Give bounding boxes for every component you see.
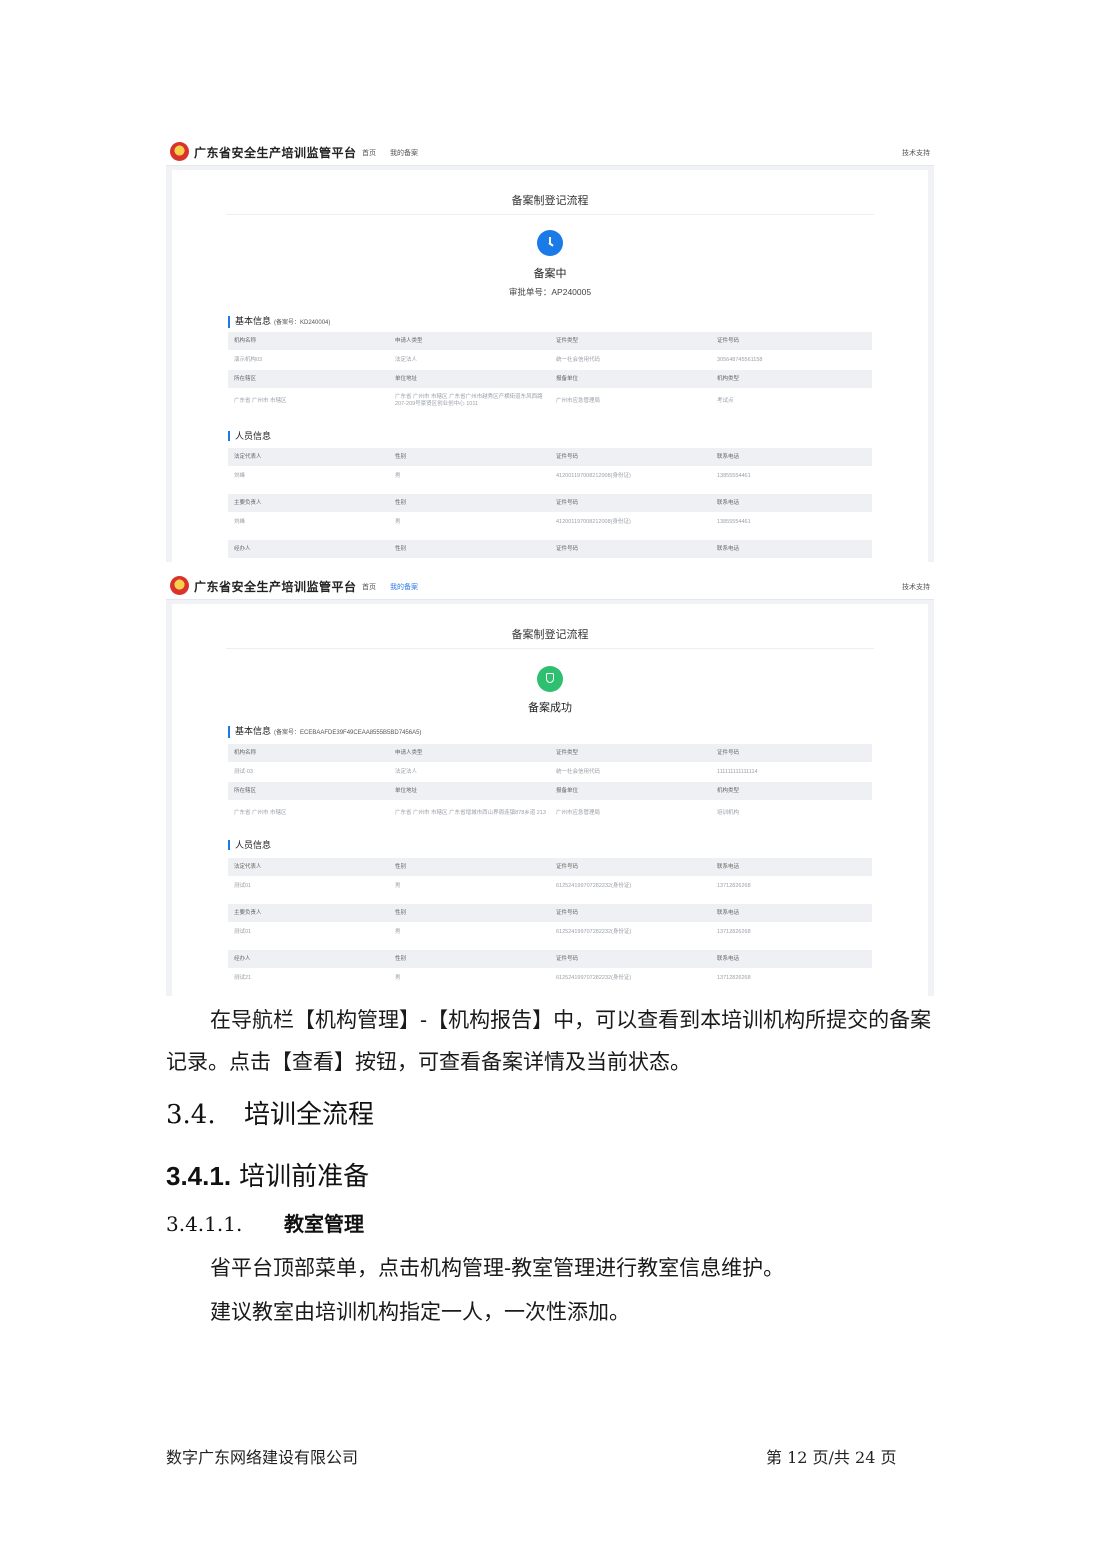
- basic-info-heading: 基本信息 (备案号：KD240004): [228, 316, 330, 328]
- top-nav: 首页 我的备案: [362, 582, 430, 592]
- clock-icon: [537, 230, 563, 256]
- top-bar: 广东省安全生产培训监管平台 首页 我的备案 技术支持: [166, 138, 934, 166]
- nav-home[interactable]: 首页: [362, 584, 376, 591]
- nav-my-filing[interactable]: 我的备案: [390, 150, 418, 157]
- flow-title: 备案制登记流程: [511, 629, 589, 641]
- table-row: 刘峰男 412001197008212008(身份证) 13855554461: [234, 518, 751, 525]
- person-info-table: 法定代表人 性别 证件号码 联系电话 刘峰男 412001197008212008(身份…: [228, 448, 872, 558]
- basic-info-table: 机构名称 申请人类型 证件类型 证件号码 演示机构03 法定法人 统一社会信用代码 3056…: [228, 332, 872, 414]
- table-row: 演示机构03 法定法人 统一社会信用代码 305648745561158: [234, 356, 763, 363]
- table-row: 测试21 男 612524199707282232(身份证) 13712826268: [234, 974, 751, 981]
- table-row: 经办人 性别 证件号码 联系电话: [228, 950, 872, 968]
- table-row: 法定代表人 性别 证件号码 联系电话: [228, 858, 872, 876]
- divider: [226, 214, 874, 215]
- subsubsection-heading: 3.4.1.1. 教室管理: [166, 1212, 364, 1236]
- table-row: 经办人 性别 证件号码 联系电话: [228, 540, 872, 558]
- table-row: 主要负责人 性别 证件号码 联系电话: [228, 494, 872, 512]
- screenshot-filing-pending: 广东省安全生产培训监管平台 首页 我的备案 技术支持 备案制登记流程 备案中 审…: [166, 138, 934, 562]
- footer-page-number: 第 12 页/共 24 页: [766, 1448, 897, 1467]
- table-row: 测试01 男 612524199707282232(身份证) 13712826268: [234, 928, 751, 935]
- tech-support-link[interactable]: 技术支持: [902, 582, 930, 592]
- body-line: 省平台顶部菜单，点击机构管理-教室管理进行教室信息维护。: [210, 1256, 785, 1280]
- top-nav: 首页 我的备案: [362, 148, 430, 158]
- person-info-heading: 人员信息: [228, 431, 271, 441]
- table-row: 测试01 男 612524199707282232(身份证) 13712826268: [234, 882, 751, 889]
- table-row: 广东省 广州市 市辖区 广东省 广州市 市辖区 广东省增城市西山界周连镇878乡道…: [234, 809, 740, 816]
- table-row: 机构名称 申请人类型 证件类型 证件号码: [228, 744, 872, 762]
- filing-card: 备案制登记流程 备案成功 基本信息 (备案号：ECEBAAFDE39F49CEAA…: [172, 604, 928, 996]
- approval-number: 审批单号：AP240005: [508, 287, 592, 297]
- table-row: 法定代表人 性别 证件号码 联系电话: [228, 448, 872, 466]
- nav-my-filing[interactable]: 我的备案: [390, 584, 418, 591]
- section-heading: 3.4. 培训全流程: [166, 1100, 375, 1130]
- subsection-heading: 3.4.1. 培训前准备: [166, 1161, 370, 1192]
- basic-info-heading: 基本信息 (备案号：ECEBAAFDE39F49CEAA8555B5BD7456A…: [228, 726, 421, 738]
- table-row: 刘峰男 412001197008212008(身份证) 13855554461: [234, 472, 751, 479]
- table-row: 广东省 广州市 市辖区 广东省 广州市 市辖区 广东省广州市越秀区产横街道东风西路…: [234, 394, 734, 407]
- body-line: 建议教室由培训机构指定一人，一次性添加。: [210, 1300, 630, 1324]
- table-row: 测试-03 法定法人 统一社会信用代码 111111111111114: [234, 768, 758, 775]
- emblem-logo: [170, 576, 189, 595]
- tech-support-link[interactable]: 技术支持: [902, 148, 930, 158]
- status-text: 备案中: [533, 268, 567, 280]
- table-row: 主要负责人 性别 证件号码 联系电话: [228, 904, 872, 922]
- emblem-logo: [170, 142, 189, 161]
- footer-company: 数字广东网络建设有限公司: [166, 1448, 359, 1467]
- status-text: 备案成功: [528, 702, 572, 714]
- shield-icon: [537, 666, 563, 692]
- table-row: 所在辖区 单位地址 报备单位 机构类型: [228, 370, 872, 388]
- person-info-table: 法定代表人 性别 证件号码 联系电话 测试01 男 612524199707282232(…: [228, 858, 872, 988]
- basic-info-table: 机构名称 申请人类型 证件类型 证件号码 测试-03 法定法人 统一社会信用代码 11111…: [228, 744, 872, 826]
- screenshot-filing-success: 广东省安全生产培训监管平台 首页 我的备案 技术支持 备案制登记流程 备案成功 …: [166, 572, 934, 996]
- platform-name: 广东省安全生产培训监管平台: [194, 146, 357, 160]
- top-bar: 广东省安全生产培训监管平台 首页 我的备案 技术支持: [166, 572, 934, 600]
- person-info-heading: 人员信息: [228, 840, 271, 850]
- body-paragraph: 在导航栏【机构管理】-【机构报告】中，可以查看到本培训机构所提交的备案记录。点击…: [166, 1008, 932, 1074]
- divider: [226, 648, 874, 649]
- filing-card: 备案制登记流程 备案中 审批单号：AP240005 基本信息 (备案号：KD240…: [172, 170, 928, 562]
- nav-home[interactable]: 首页: [362, 150, 376, 157]
- platform-name: 广东省安全生产培训监管平台: [194, 580, 357, 594]
- table-row: 机构名称 申请人类型 证件类型 证件号码: [228, 332, 872, 350]
- table-row: 所在辖区 单位地址 报备单位 机构类型: [228, 782, 872, 800]
- flow-title: 备案制登记流程: [511, 195, 589, 207]
